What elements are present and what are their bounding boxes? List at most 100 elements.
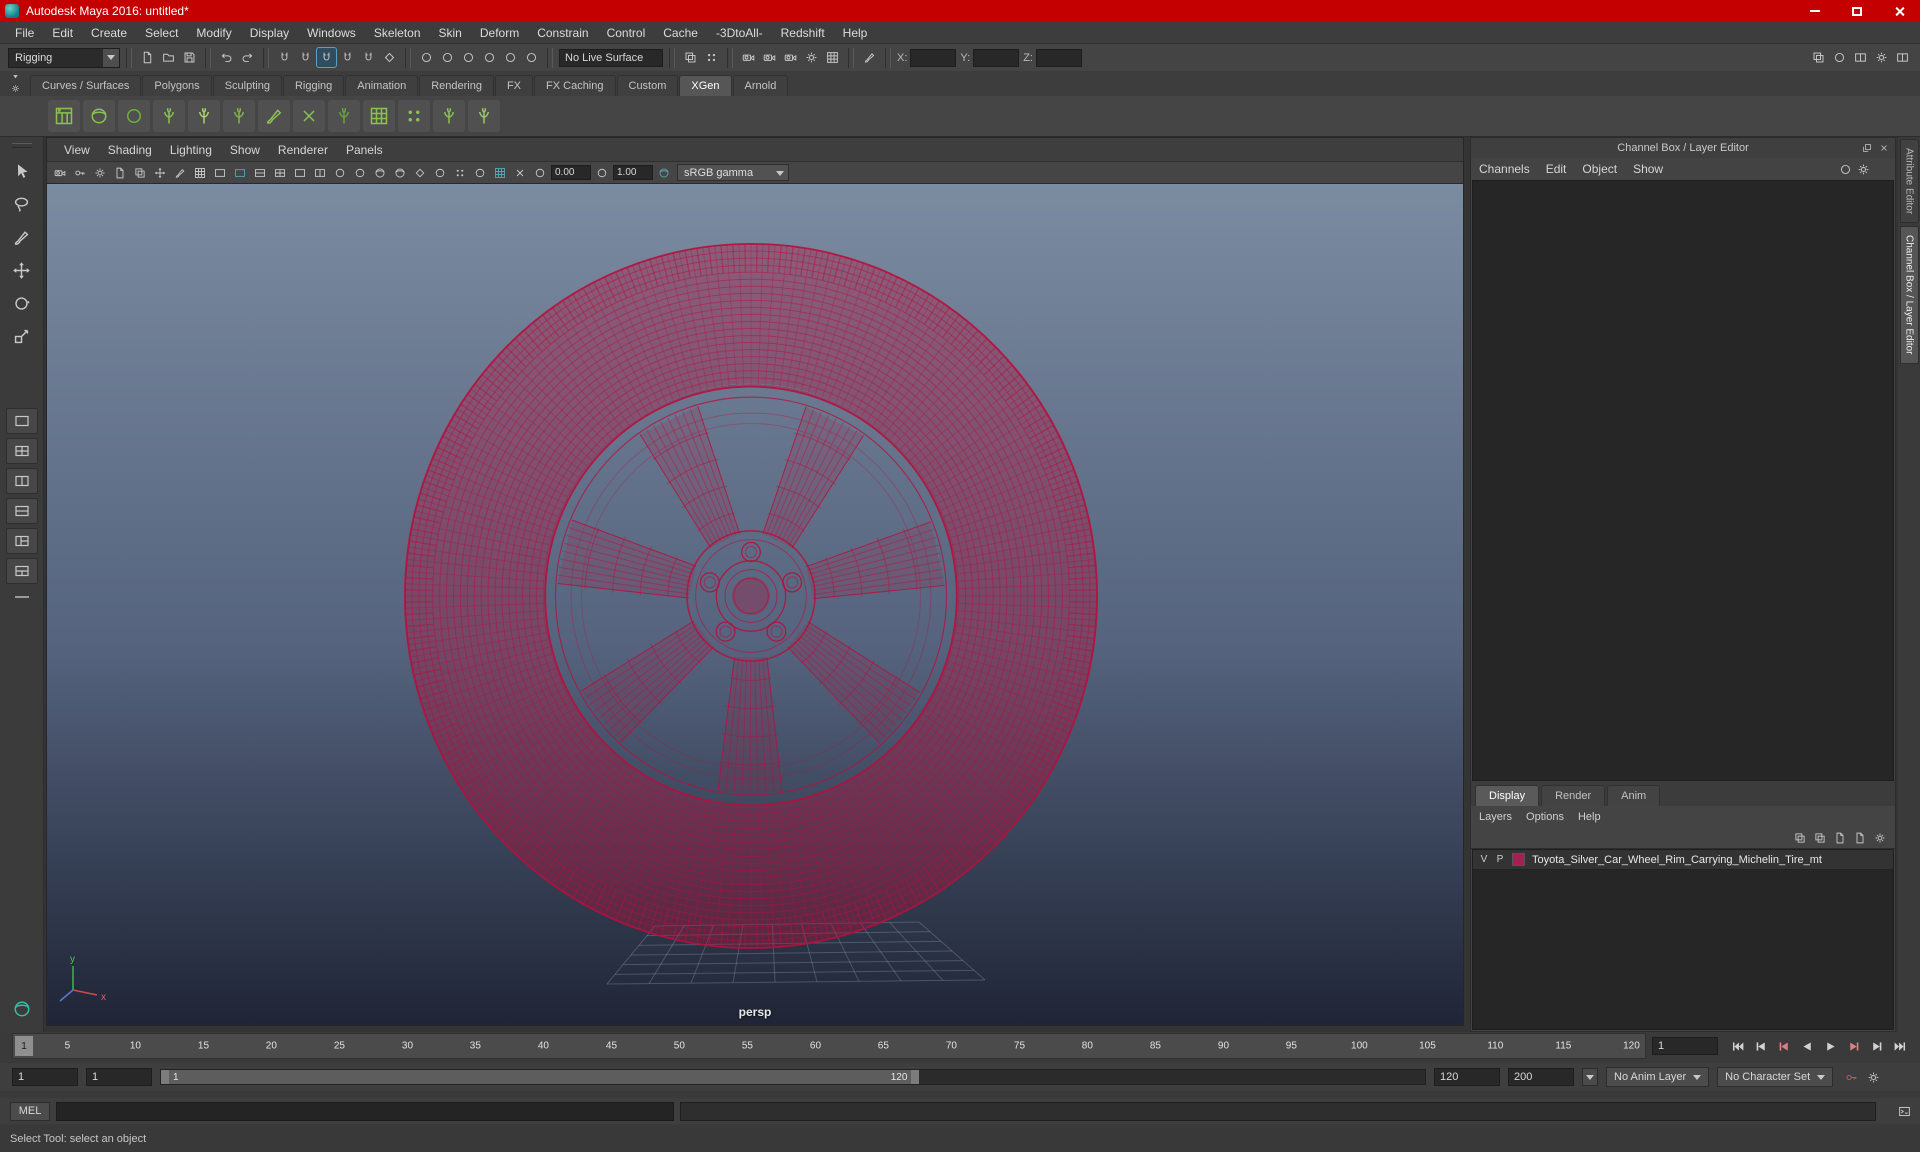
scale-tool-icon[interactable] [5, 321, 39, 352]
open-render-view-icon[interactable] [739, 48, 758, 67]
z-coord-field[interactable] [1035, 48, 1082, 67]
move-layer-up-icon[interactable] [1791, 829, 1809, 847]
range-slider-track[interactable]: 1 120 [160, 1069, 1426, 1085]
layout-four-pane-button[interactable] [5, 438, 38, 464]
image-plane-icon[interactable] [131, 164, 149, 181]
range-start-handle[interactable] [161, 1070, 169, 1084]
channel-slider-speed-icon[interactable] [1837, 161, 1853, 177]
ipr-render-icon[interactable] [781, 48, 800, 67]
statusline-divider[interactable] [126, 47, 132, 68]
layout-two-pane-stacked-button[interactable] [5, 498, 38, 524]
shelf-tab-rendering[interactable]: Rendering [419, 75, 494, 96]
layer-visibility-toggle[interactable]: V [1477, 854, 1491, 865]
field-chart-icon[interactable] [271, 164, 289, 181]
bookmarks-icon[interactable] [111, 164, 129, 181]
snap-to-curves-icon[interactable] [296, 48, 315, 67]
statusline-divider[interactable] [547, 47, 553, 68]
make-object-live-icon[interactable] [380, 48, 399, 67]
toggle-tool-settings-icon[interactable] [1872, 48, 1891, 67]
select-by-hierarchy-icon[interactable] [681, 48, 700, 67]
film-gate-icon[interactable] [211, 164, 229, 181]
trim-guides-icon[interactable] [293, 100, 325, 132]
menu-channels[interactable]: Channels [1479, 162, 1530, 176]
timeline-strip[interactable]: 1 5 10 15 20 25 30 35 40 45 50 55 60 65 70 75 80 85 90 95 1… [12, 1033, 1646, 1059]
step-forward-frame-button[interactable] [1866, 1036, 1887, 1056]
menu-cache[interactable]: Cache [654, 26, 707, 40]
menu-constrain[interactable]: Constrain [528, 26, 597, 40]
redo-icon[interactable] [238, 48, 257, 67]
tab-render[interactable]: Render [1541, 785, 1606, 806]
snap-to-grids-icon[interactable] [275, 48, 294, 67]
menu-edit[interactable]: Edit [43, 26, 82, 40]
grease-pencil-icon[interactable] [171, 164, 189, 181]
dock-panel-icon[interactable] [1859, 140, 1874, 155]
command-result-field[interactable] [680, 1101, 1876, 1121]
toggle-humanik-icon[interactable] [1830, 48, 1849, 67]
menu-skin[interactable]: Skin [430, 26, 471, 40]
toggle-attribute-editor-icon[interactable] [1851, 48, 1870, 67]
statusline-divider[interactable] [885, 47, 891, 68]
layout-three-pane-button[interactable] [5, 528, 38, 554]
sphere-hair-icon[interactable] [83, 100, 115, 132]
isolate-select-icon[interactable] [511, 164, 529, 181]
input-to-selected-icon[interactable] [417, 48, 436, 67]
snap-to-projected-center-icon[interactable] [338, 48, 357, 67]
screen-space-ao-icon[interactable] [451, 164, 469, 181]
step-back-frame-button[interactable] [1751, 1036, 1772, 1056]
create-empty-layer-icon[interactable] [1831, 829, 1849, 847]
shelf-tab-fx[interactable]: FX [494, 75, 534, 96]
range-end-handle[interactable] [911, 1070, 920, 1084]
close-panel-icon[interactable] [1876, 140, 1891, 155]
snap-to-points-icon[interactable] [316, 47, 337, 68]
comb-guides-icon[interactable] [258, 100, 290, 132]
menu-options[interactable]: Options [1526, 811, 1564, 823]
script-editor-icon[interactable] [1894, 1101, 1914, 1121]
statusline-divider[interactable] [669, 47, 675, 68]
menu-file[interactable]: File [6, 26, 43, 40]
character-set-dropdown[interactable]: No Character Set [1717, 1067, 1834, 1087]
snap-to-view-planes-icon[interactable] [359, 48, 378, 67]
groom-splines-icon[interactable] [328, 100, 360, 132]
maya-toolbox-logo-icon[interactable] [9, 996, 35, 1022]
highlight-selection-mode-icon[interactable] [501, 48, 520, 67]
current-frame-field[interactable] [1652, 1037, 1718, 1055]
shelf-tab-animation[interactable]: Animation [345, 75, 419, 96]
render-settings-icon[interactable] [802, 48, 821, 67]
animation-preferences-icon[interactable] [1863, 1067, 1883, 1087]
resolution-gate-icon[interactable] [231, 164, 249, 181]
save-scene-icon[interactable] [180, 48, 199, 67]
layer-options-icon[interactable] [1871, 829, 1889, 847]
go-to-end-button[interactable] [1889, 1036, 1910, 1056]
menu-set-selector[interactable]: Rigging [8, 47, 120, 68]
layer-color-swatch[interactable] [1512, 853, 1525, 866]
channel-manipulator-icon[interactable] [1855, 161, 1871, 177]
render-current-frame-icon[interactable] [760, 48, 779, 67]
menu-skeleton[interactable]: Skeleton [365, 26, 430, 40]
shelf-tab-arrow-icon[interactable] [8, 71, 22, 81]
open-scene-icon[interactable] [159, 48, 178, 67]
output-from-selected-icon[interactable] [438, 48, 457, 67]
object-details-icon[interactable] [522, 48, 541, 67]
exposure-field[interactable] [551, 165, 591, 180]
menu-help[interactable]: Help [834, 26, 877, 40]
menu-windows[interactable]: Windows [298, 26, 365, 40]
animation-end-field[interactable] [1508, 1068, 1574, 1086]
layout-outliner-persp-button[interactable] [5, 558, 38, 584]
construction-history-icon[interactable] [480, 48, 499, 67]
panel-menu-lighting[interactable]: Lighting [161, 143, 221, 157]
viewport-canvas[interactable]: xy persp [47, 184, 1463, 1025]
panel-menu-renderer[interactable]: Renderer [269, 143, 337, 157]
undo-icon[interactable] [217, 48, 236, 67]
clump-map-icon[interactable] [433, 100, 465, 132]
auto-keyframe-icon[interactable] [1841, 1067, 1861, 1087]
motion-blur-icon[interactable] [471, 164, 489, 181]
menu-show[interactable]: Show [1633, 162, 1663, 176]
shelf-tab-xgen[interactable]: XGen [679, 75, 732, 96]
maximize-button[interactable] [1836, 0, 1878, 22]
green-surface-icon[interactable] [118, 100, 150, 132]
play-backwards-button[interactable] [1797, 1036, 1818, 1056]
grid-toggle-icon[interactable] [191, 164, 209, 181]
shelf-tab-polygons[interactable]: Polygons [142, 75, 212, 96]
animation-start-field[interactable] [12, 1068, 78, 1086]
toggle-channel-box-icon[interactable] [1893, 48, 1912, 67]
